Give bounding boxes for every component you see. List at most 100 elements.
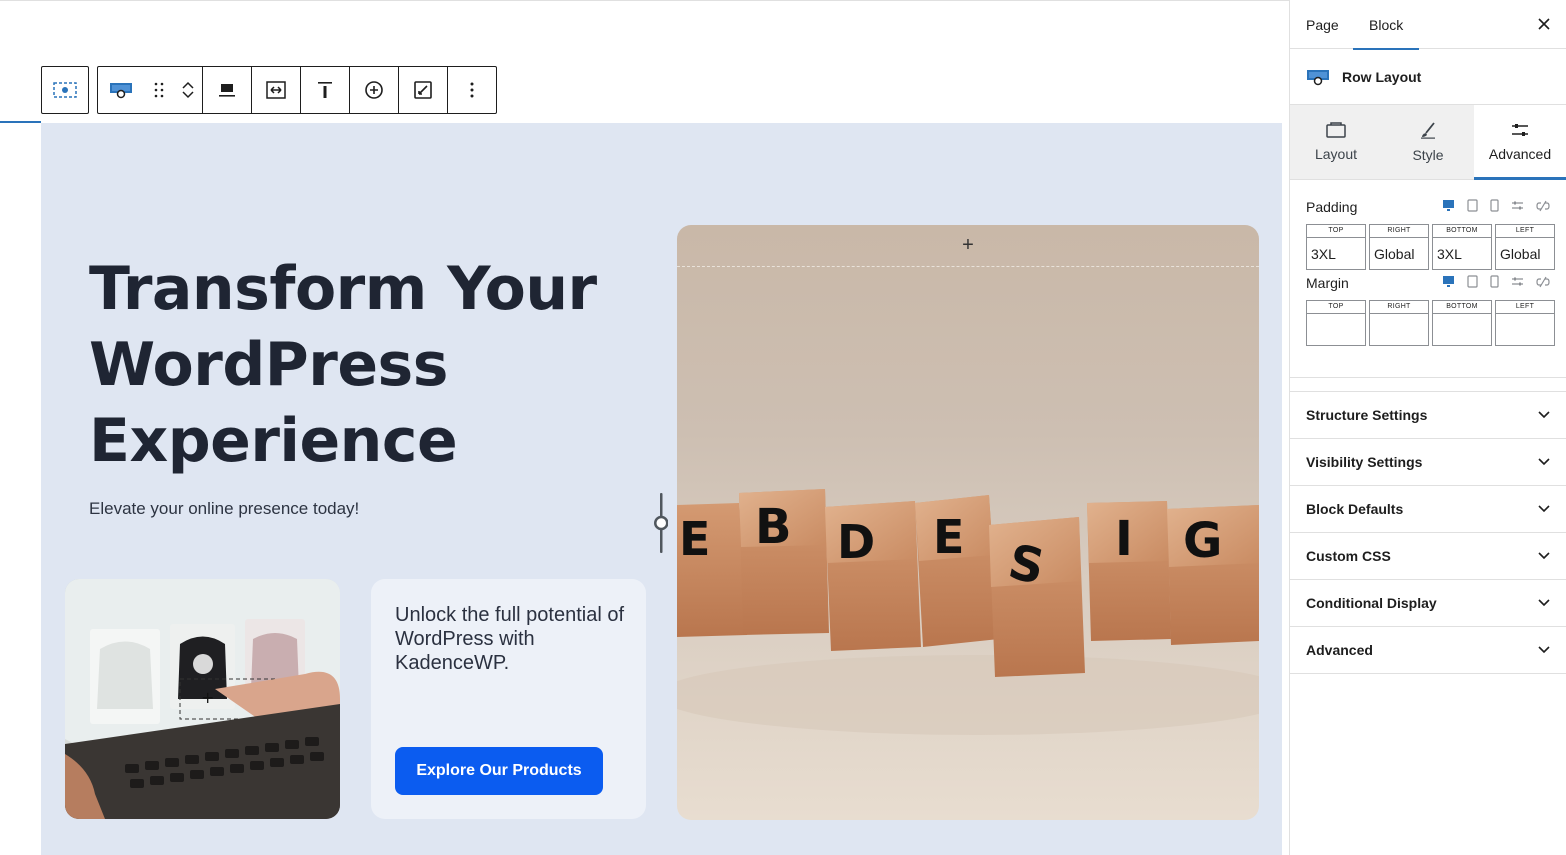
tab-page[interactable]: Page [1306, 0, 1339, 49]
padding-left: LEFT Global [1495, 224, 1555, 270]
margin-device-switcher [1442, 275, 1550, 288]
editor-app: Transform Your WordPress Experience Elev… [0, 0, 1566, 855]
row-layout-icon [110, 83, 132, 99]
row-layout-block[interactable]: Transform Your WordPress Experience Elev… [41, 123, 1282, 855]
panel-visibility-settings-label: Visibility Settings [1306, 454, 1423, 470]
unlink-icon[interactable] [1536, 276, 1550, 288]
svg-text:G: G [1183, 513, 1222, 569]
editor-canvas: Transform Your WordPress Experience Elev… [0, 0, 1290, 855]
mobile-icon[interactable] [1490, 275, 1499, 288]
subtab-layout[interactable]: Layout [1290, 105, 1382, 179]
width-button[interactable] [252, 67, 300, 113]
mobile-icon[interactable] [1490, 199, 1499, 212]
panel-advanced[interactable]: Advanced [1290, 627, 1566, 674]
toolbar-align-group [203, 67, 252, 113]
padding-bottom: BOTTOM 3XL [1432, 224, 1492, 270]
block-type-button[interactable] [98, 67, 144, 113]
add-icon [365, 81, 383, 99]
toolbar-edit-group [399, 67, 448, 113]
chevron-down-icon [1538, 411, 1550, 419]
edit-button[interactable] [399, 67, 447, 113]
laptop-photo[interactable]: + [65, 579, 340, 819]
hero-subtitle[interactable]: Elevate your online presence today! [89, 499, 359, 519]
webdesign-blocks-image[interactable]: + E B D E S I G [677, 225, 1259, 820]
text-card[interactable]: Unlock the full potential of WordPress w… [371, 579, 646, 819]
svg-text:B: B [755, 499, 792, 555]
panel-visibility-settings[interactable]: Visibility Settings [1290, 439, 1566, 486]
move-down-icon[interactable] [182, 91, 194, 99]
tab-block[interactable]: Block [1352, 0, 1420, 50]
panel-conditional-display[interactable]: Conditional Display [1290, 580, 1566, 627]
padding-bottom-label: BOTTOM [1432, 224, 1492, 237]
padding-top-label: TOP [1306, 224, 1366, 237]
margin-bottom-input[interactable] [1432, 313, 1492, 346]
margin-left-input[interactable] [1495, 313, 1555, 346]
block-movers [174, 67, 202, 113]
padding-label: Padding [1306, 199, 1358, 215]
vertical-align-icon [318, 82, 332, 98]
svg-text:I: I [1115, 511, 1133, 567]
margin-bottom-label: BOTTOM [1432, 300, 1492, 313]
padding-right-input[interactable]: Global [1369, 237, 1429, 270]
edit-icon [414, 81, 432, 99]
unlink-icon[interactable] [1536, 200, 1550, 212]
tablet-icon[interactable] [1467, 199, 1478, 212]
more-options-button[interactable] [448, 67, 496, 113]
margin-top-label: TOP [1306, 300, 1366, 313]
width-icon [266, 81, 286, 99]
panel-structure-settings[interactable]: Structure Settings [1290, 392, 1566, 439]
panel-block-defaults-label: Block Defaults [1306, 501, 1404, 517]
margin-right-input[interactable] [1369, 313, 1429, 346]
select-parent-button[interactable] [41, 66, 89, 114]
selection-indicator [0, 121, 41, 123]
block-settings-tabs: Layout Style Advanced [1290, 105, 1566, 180]
subtab-style[interactable]: Style [1382, 105, 1474, 179]
chevron-down-icon [1538, 599, 1550, 607]
align-button[interactable] [203, 67, 251, 113]
padding-right-label: RIGHT [1369, 224, 1429, 237]
margin-right: RIGHT [1369, 300, 1429, 346]
close-sidebar-button[interactable] [1534, 14, 1554, 34]
svg-text:D: D [837, 515, 875, 569]
padding-top: TOP 3XL [1306, 224, 1366, 270]
row-layout-icon [53, 82, 77, 98]
tablet-icon[interactable] [1467, 275, 1478, 288]
padding-top-input[interactable]: 3XL [1306, 237, 1366, 270]
add-block-button[interactable] [350, 67, 398, 113]
subtab-advanced[interactable]: Advanced [1474, 105, 1566, 180]
sliders-icon [1512, 124, 1528, 136]
margin-top-input[interactable] [1306, 313, 1366, 346]
chevron-down-icon [1538, 552, 1550, 560]
sliders-icon[interactable] [1511, 200, 1524, 211]
vertical-align-button[interactable] [301, 67, 349, 113]
panel-custom-css[interactable]: Custom CSS [1290, 533, 1566, 580]
explore-products-button[interactable]: Explore Our Products [395, 747, 603, 795]
brush-icon [1421, 122, 1435, 139]
padding-left-input[interactable]: Global [1495, 237, 1555, 270]
panel-block-defaults[interactable]: Block Defaults [1290, 486, 1566, 533]
panel-custom-css-label: Custom CSS [1306, 548, 1391, 564]
toolbar-width-group [252, 67, 301, 113]
row-layout-icon [1307, 69, 1329, 85]
hero-title[interactable]: Transform Your WordPress Experience [89, 251, 649, 479]
panel-conditional-display-label: Conditional Display [1306, 595, 1437, 611]
drag-handle-icon [154, 82, 164, 98]
sliders-icon[interactable] [1511, 276, 1524, 287]
desktop-icon[interactable] [1442, 199, 1455, 212]
toolbar-more-group [448, 67, 496, 113]
padding-bottom-input[interactable]: 3XL [1432, 237, 1492, 270]
letter-blocks-illustration: E B D E S I G [677, 489, 1259, 735]
card-text[interactable]: Unlock the full potential of WordPress w… [395, 603, 627, 675]
padding-right: RIGHT Global [1369, 224, 1429, 270]
panel-structure-settings-label: Structure Settings [1306, 407, 1428, 423]
drag-handle[interactable] [144, 67, 174, 113]
subtab-style-label: Style [1412, 147, 1444, 163]
column-resize-handle[interactable] [654, 493, 669, 553]
panel-advanced-label: Advanced [1306, 642, 1373, 658]
desktop-icon[interactable] [1442, 275, 1455, 288]
move-up-icon[interactable] [182, 81, 194, 89]
align-icon [219, 84, 235, 97]
block-card: Row Layout [1290, 49, 1566, 105]
chevron-down-icon [1538, 458, 1550, 466]
resize-handle-icon [654, 493, 669, 553]
